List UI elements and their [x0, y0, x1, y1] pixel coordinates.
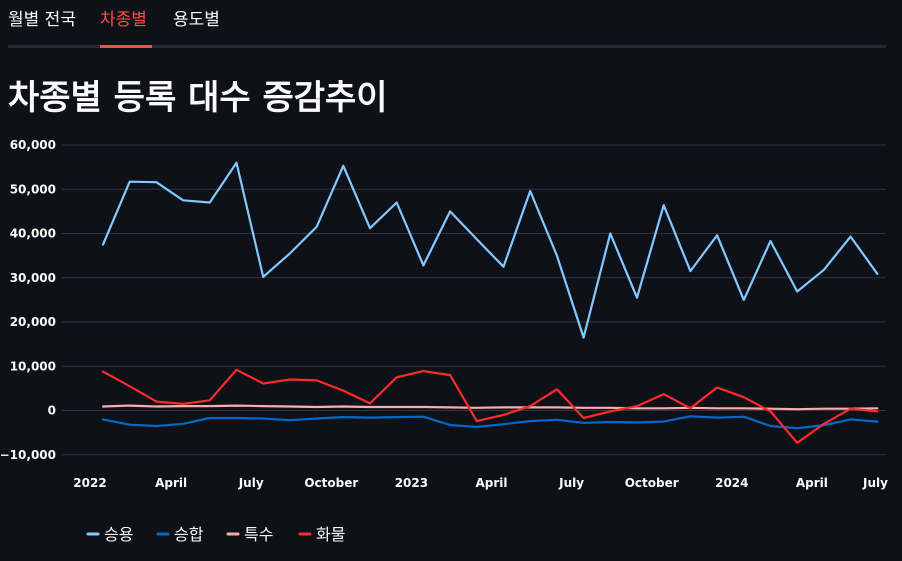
y-tick-label: 60,000	[10, 138, 56, 152]
x-tick-label: 2024	[715, 476, 748, 490]
x-tick-label: April	[475, 476, 507, 490]
x-tick-label: April	[155, 476, 187, 490]
legend-label: 승합	[174, 525, 204, 544]
legend-label: 특수	[244, 525, 273, 544]
x-tick-label: July	[558, 476, 584, 490]
y-tick-label: 40,000	[10, 227, 56, 241]
y-tick-label: 10,000	[10, 359, 56, 373]
x-tick-label: 2023	[395, 476, 428, 490]
x-tick-label: 2022	[73, 476, 106, 490]
y-tick-label: 30,000	[10, 271, 56, 285]
y-tick-label: 0	[48, 404, 56, 418]
x-tick-label: October	[625, 476, 679, 490]
legend-label: 승용	[104, 525, 133, 544]
y-tick-label: 50,000	[10, 182, 56, 196]
x-tick-label: October	[304, 476, 358, 490]
y-tick-label: 20,000	[10, 315, 56, 329]
x-tick-label: July	[238, 476, 264, 490]
x-tick-label: July	[862, 476, 888, 490]
x-tick-label: April	[796, 476, 828, 490]
legend-label: 화물	[316, 525, 345, 544]
y-tick-label: −10,000	[0, 448, 56, 462]
line-chart: 60,000 50,000 40,000 30,000 20,000 10,000 0 −10…	[0, 138, 888, 544]
